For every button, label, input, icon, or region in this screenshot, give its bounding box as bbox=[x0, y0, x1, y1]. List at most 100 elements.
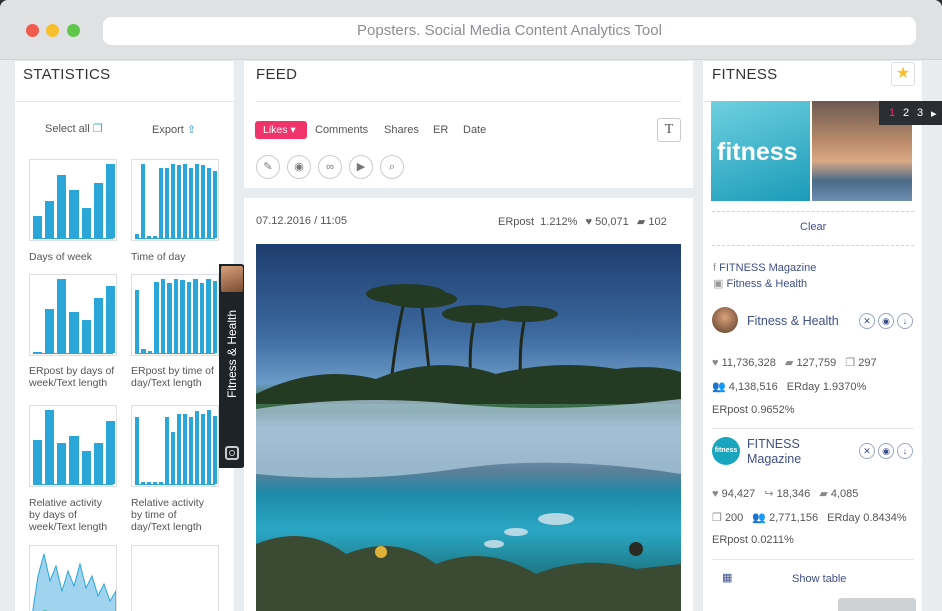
chart-bar bbox=[167, 282, 172, 353]
chart-bar bbox=[57, 175, 67, 238]
select-all-label: Select all bbox=[45, 123, 90, 135]
text-toggle-button[interactable]: T bbox=[657, 118, 681, 142]
comment-icon: ▰ bbox=[819, 488, 828, 500]
chart-bar bbox=[81, 450, 91, 484]
clear-divider-bottom bbox=[712, 245, 914, 246]
account-1-followers: 4,138,516 bbox=[728, 381, 778, 393]
account-2-posts: 200 bbox=[724, 512, 744, 524]
feed-title: FEED bbox=[256, 66, 298, 83]
stat-chart-thumb[interactable] bbox=[131, 405, 219, 487]
account-2-row-1: ♥ 94,427 ↪ 18,346 ▰ 4,085 bbox=[712, 487, 858, 500]
account-1-row-2: 👥 4,138,516 ERday 1.9370% bbox=[712, 380, 866, 393]
page-3-button[interactable]: 3 bbox=[917, 107, 923, 119]
chart-bar bbox=[213, 171, 217, 238]
stat-chart-partial-2[interactable] bbox=[131, 545, 219, 611]
stat-chart-label-line: week/Text length bbox=[29, 377, 108, 389]
account-2-shares: 18,346 bbox=[776, 488, 811, 500]
video-icon[interactable]: ▶ bbox=[349, 155, 373, 179]
account-2-remove-button[interactable]: ✕ bbox=[859, 443, 875, 459]
instagram-small-icon: ▣ bbox=[713, 278, 724, 290]
select-all-button[interactable]: Select all ❐ bbox=[45, 122, 103, 135]
fitness-title: FITNESS bbox=[712, 66, 778, 83]
chart-bar bbox=[69, 435, 79, 484]
export-icon: ⇪ bbox=[186, 124, 197, 136]
heart-icon: ♥ bbox=[712, 357, 719, 369]
chart-bar bbox=[206, 279, 211, 353]
chart-bar bbox=[93, 297, 103, 353]
chart-axis bbox=[33, 238, 113, 239]
account-2-download-button[interactable]: ↓ bbox=[897, 443, 913, 459]
link-icon[interactable]: ∞ bbox=[318, 155, 342, 179]
bottom-action-button[interactable] bbox=[838, 598, 916, 611]
account-1-download-button[interactable]: ↓ bbox=[897, 313, 913, 329]
account-2-view-button[interactable]: ◉ bbox=[878, 443, 894, 459]
chart-bar bbox=[189, 417, 193, 484]
chart-bar bbox=[135, 417, 139, 484]
sort-shares-tab[interactable]: Shares bbox=[384, 124, 419, 136]
chart-bar bbox=[57, 279, 67, 353]
chart-bar bbox=[159, 167, 163, 238]
next-page-icon[interactable]: ▸ bbox=[931, 107, 937, 120]
sort-likes-label: Likes bbox=[263, 124, 288, 136]
pencil-icon[interactable]: ✎ bbox=[256, 155, 280, 179]
favorite-star-button[interactable]: ★ bbox=[891, 62, 915, 86]
sort-likes-dropdown[interactable]: Likes ▾ bbox=[255, 121, 307, 139]
stat-chart-label-line: week/Text length bbox=[29, 521, 108, 533]
chart-bar bbox=[105, 164, 115, 238]
stat-chart-label-line: by time of bbox=[131, 509, 177, 521]
camera-icon[interactable]: ◉ bbox=[287, 155, 311, 179]
account-2-erday-label: ERday bbox=[827, 512, 861, 524]
show-table-button[interactable]: Show table bbox=[792, 573, 846, 585]
stat-chart-thumb[interactable] bbox=[29, 405, 117, 487]
sort-er-tab[interactable]: ER bbox=[433, 124, 448, 136]
sort-date-tab[interactable]: Date bbox=[463, 124, 486, 136]
stat-chart-label: Relative activity by days of week/Text len… bbox=[29, 497, 107, 533]
post-date: 07.12.2016 / 11:05 bbox=[256, 215, 347, 227]
clear-button[interactable]: Clear bbox=[800, 221, 826, 233]
fitness-thumb-1[interactable]: fitness bbox=[711, 101, 810, 201]
export-button[interactable]: Export ⇪ bbox=[152, 123, 196, 136]
close-window-button[interactable] bbox=[26, 24, 39, 37]
account-1-row-1: ♥ 11,736,328 ▰ 127,759 ❐ 297 bbox=[712, 356, 877, 369]
account-1-view-button[interactable]: ◉ bbox=[878, 313, 894, 329]
followers-icon: 👥 bbox=[752, 512, 767, 524]
followers-icon: 👥 bbox=[712, 381, 726, 393]
stat-chart-thumb[interactable] bbox=[29, 159, 117, 241]
chart-bar bbox=[171, 432, 175, 484]
side-tab-label: Fitness & Health bbox=[225, 309, 239, 399]
stat-chart-thumb[interactable] bbox=[131, 274, 219, 356]
account-1-remove-button[interactable]: ✕ bbox=[859, 313, 875, 329]
chart-bar bbox=[177, 413, 181, 484]
chart-bar bbox=[105, 286, 115, 353]
sort-comments-tab[interactable]: Comments bbox=[315, 124, 368, 136]
stat-chart-partial-1[interactable]: ︿ bbox=[29, 545, 117, 611]
page-2-button[interactable]: 2 bbox=[903, 107, 909, 119]
stat-chart-thumb[interactable] bbox=[131, 159, 219, 241]
maximize-window-button[interactable] bbox=[67, 24, 80, 37]
account-side-tab[interactable]: Fitness & Health bbox=[219, 264, 245, 468]
page-1-button[interactable]: 1 bbox=[889, 107, 895, 119]
stat-chart-thumb[interactable] bbox=[29, 274, 117, 356]
search-icon[interactable]: ⌕ bbox=[380, 155, 404, 179]
account-2-followers: 2,771,156 bbox=[769, 512, 819, 524]
chart-bar bbox=[201, 413, 205, 484]
chart-bar bbox=[195, 164, 199, 238]
heart-icon: ♥ bbox=[585, 216, 593, 228]
scroll-up-icon[interactable]: ︿ bbox=[34, 600, 56, 611]
account-1-name[interactable]: Fitness & Health bbox=[747, 314, 839, 328]
chart-bar bbox=[69, 189, 79, 238]
chart-bar bbox=[177, 165, 181, 238]
source-facebook[interactable]: f FITNESS Magazine bbox=[713, 262, 816, 274]
stat-chart-label-line: ERpost by time of bbox=[131, 365, 214, 377]
post-image[interactable] bbox=[256, 244, 681, 611]
chart-bar bbox=[69, 312, 79, 353]
chart-bar bbox=[193, 279, 198, 353]
account-2-name-line-2[interactable]: Magazine bbox=[747, 452, 801, 466]
account-2-name-line-1[interactable]: FITNESS bbox=[747, 437, 800, 451]
account-divider bbox=[712, 428, 914, 429]
post-erpost-value: 1.212% bbox=[540, 216, 578, 228]
account-2-erpost-label: ERpost bbox=[712, 534, 749, 546]
source-instagram[interactable]: ▣ Fitness & Health bbox=[713, 277, 807, 290]
account-2-comments: 4,085 bbox=[830, 488, 859, 500]
minimize-window-button[interactable] bbox=[46, 24, 59, 37]
